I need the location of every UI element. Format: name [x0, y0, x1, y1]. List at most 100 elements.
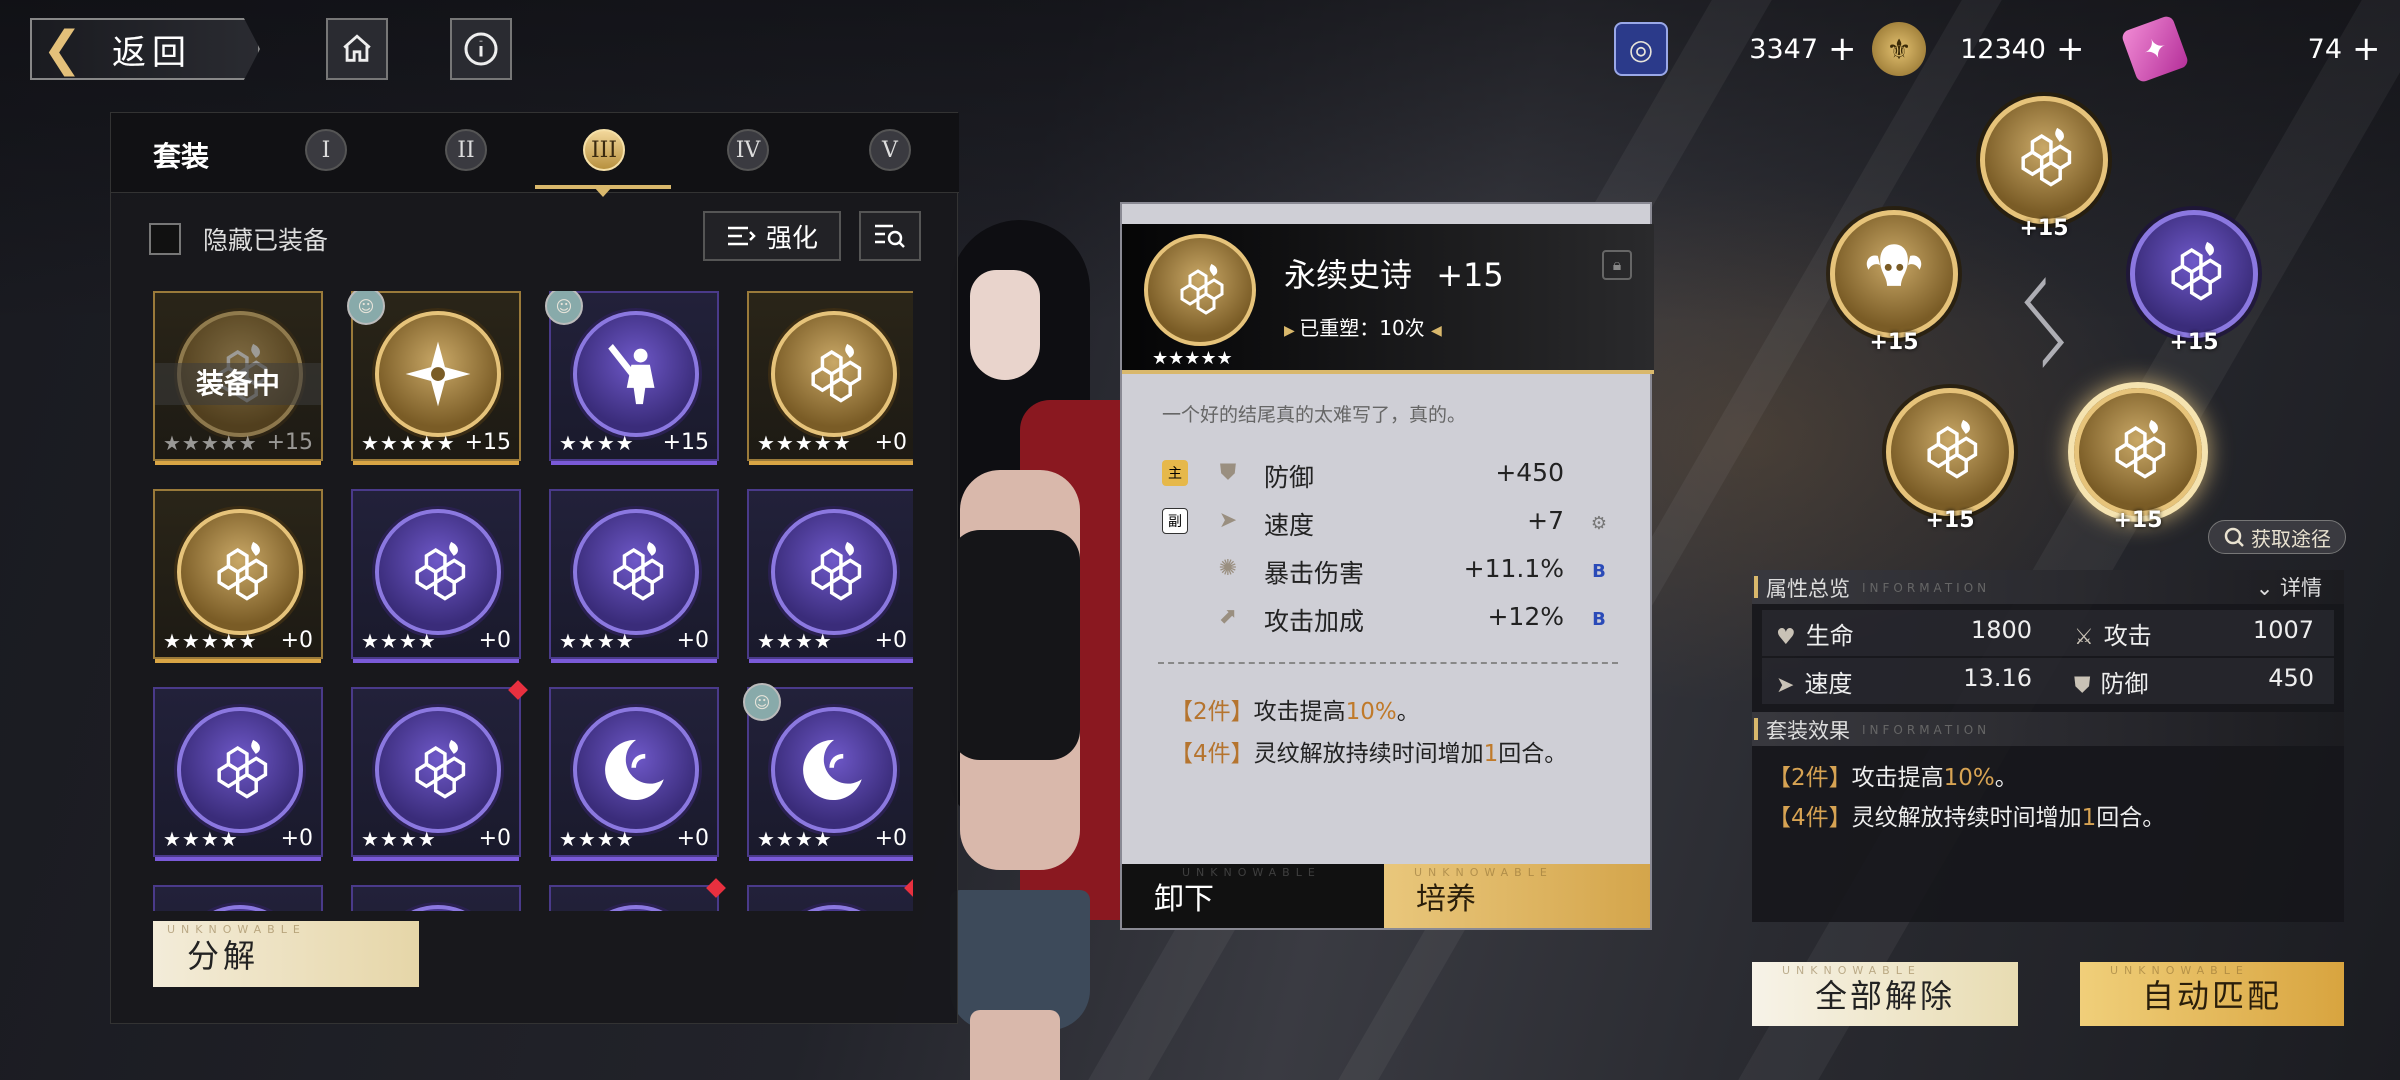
set-card[interactable]: ★★★★★ +15 装备中: [153, 291, 323, 465]
slot-level: +15: [1925, 508, 1975, 533]
hide-equipped-label: 隐藏已装备: [203, 226, 329, 255]
auto-match-watermark: UNKNOWABLE: [2110, 964, 2249, 977]
decompose-watermark: UNKNOWABLE: [167, 923, 306, 936]
attributes-title-en: INFORMATION: [1862, 581, 1991, 595]
right-set-bonus-2-bracket: 【2件】: [1768, 765, 1852, 791]
tab-set-4[interactable]: IV: [727, 129, 769, 171]
stat-row-sub-1: 副 ➤ 速度 +7 ⚙: [1122, 500, 1654, 544]
equip-slot[interactable]: [1830, 210, 1958, 338]
attr-defense-label: 防御: [2100, 670, 2149, 698]
set-card[interactable]: ★★★★★ +0: [747, 291, 913, 465]
set-card[interactable]: ★★★★ +0: [351, 489, 521, 663]
attr-attack-label: 攻击: [2103, 622, 2152, 650]
train-button[interactable]: UNKNOWABLE 培养: [1384, 864, 1650, 928]
set-card[interactable]: [747, 878, 913, 911]
speed-icon: ➤: [1776, 673, 1795, 698]
set-emblem-icon: ᛊ: [2012, 261, 2078, 389]
set-card[interactable]: ★★★★ +0: [153, 687, 323, 861]
card-stars: ★★★★: [361, 827, 437, 851]
stat-row-sub-2: ✺ 暴击伤害 +11.1% B: [1122, 548, 1654, 592]
right-set-bonus-2: 【2件】攻击提高10%。: [1768, 758, 2018, 792]
triangle-right-icon: ▶: [1284, 323, 1300, 339]
set-card[interactable]: ★★★★ +0: [351, 680, 528, 861]
set-card[interactable]: [351, 885, 521, 911]
owner-avatar: ☺: [743, 683, 781, 721]
attr-hp: ♥ 生命: [1776, 616, 1854, 651]
equip-slot[interactable]: [2074, 388, 2202, 516]
remove-all-button[interactable]: UNKNOWABLE 全部解除: [1752, 962, 2018, 1026]
set-title: 套装: [153, 140, 210, 173]
set-effect-title-en: INFORMATION: [1862, 723, 1991, 737]
flavor-text: 一个好的结尾真的太难写了，真的。: [1162, 404, 1467, 426]
filter-search-button[interactable]: [859, 211, 921, 261]
set-card[interactable]: ★★★★ +0: [549, 489, 719, 663]
right-set-bonus-2-value: 10%: [1943, 765, 1995, 791]
info-button[interactable]: [450, 18, 512, 80]
hexagon-cluster-icon: [771, 509, 897, 635]
lock-toggle-button[interactable]: 🔒︎: [1602, 250, 1632, 280]
sort-lines-icon: [727, 226, 756, 246]
new-badge-icon: [508, 680, 528, 700]
equip-slot[interactable]: [1980, 96, 2108, 224]
auto-match-button[interactable]: UNKNOWABLE 自动匹配: [2080, 962, 2344, 1026]
add-crystals-button[interactable]: +: [2352, 29, 2381, 69]
decompose-label: 分解: [187, 937, 260, 975]
tab-set-3[interactable]: III: [583, 129, 625, 171]
set-card[interactable]: ★★★★★ +15 ☺: [347, 291, 521, 465]
right-set-bonus-4-value: 1: [2081, 805, 2097, 831]
unequip-label: 卸下: [1154, 882, 1214, 917]
hide-equipped-checkbox[interactable]: [149, 223, 181, 255]
hexagon-cluster-icon: [375, 707, 501, 833]
hexagon-cluster-icon: [375, 905, 501, 911]
caret-down-icon: [594, 187, 612, 197]
filter-search-icon: [875, 224, 905, 248]
attr-defense: ⛊ 防御: [2074, 664, 2149, 699]
heart-icon: ♥: [1776, 625, 1796, 650]
enhance-sort-button[interactable]: 强化: [703, 211, 841, 261]
attr-row-2: ➤ 速度 13.16 ⛊ 防御 450: [1762, 658, 2334, 704]
set-detail-panel: ★★★★★ 永续史诗 +15 ▶ 已重塑：10次 ◀ 🔒︎ 一个好的结尾真的太难…: [1120, 202, 1654, 930]
detail-level: +15: [1436, 256, 1504, 294]
equip-slot[interactable]: [2130, 210, 2258, 338]
right-set-bonus-4-text: 灵纹解放持续时间增加: [1851, 805, 2082, 831]
add-coins-button[interactable]: +: [2056, 29, 2085, 69]
right-set-bonus-2-end: 。: [1994, 765, 2018, 791]
card-stars: ★★★★★: [361, 431, 456, 455]
obtain-route-button[interactable]: 获取途径: [2208, 520, 2346, 554]
divider: [1158, 662, 1618, 664]
set-card[interactable]: [549, 878, 726, 911]
decompose-button[interactable]: UNKNOWABLE 分解: [153, 921, 419, 987]
detail-stars: ★★★★★: [1152, 348, 1233, 369]
add-tickets-button[interactable]: +: [1828, 29, 1857, 69]
set-card[interactable]: ★★★★ +0: [549, 687, 719, 861]
stat-name: 暴击伤害: [1264, 559, 1365, 588]
pink-crystal-icon: ✦: [2120, 14, 2190, 84]
currency-crystals: ✦ 74 +: [2120, 14, 2381, 84]
set-card[interactable]: [153, 885, 323, 911]
ram-skull-icon: [1857, 235, 1931, 313]
new-badge-icon: [706, 878, 726, 898]
set-card[interactable]: ★★★★★ +0: [153, 489, 323, 663]
card-rarity-bar: [155, 659, 321, 663]
details-label: 详情: [2280, 576, 2322, 600]
equip-slot[interactable]: [1886, 388, 2014, 516]
set-card[interactable]: ★★★★ +0: [747, 489, 913, 663]
set-bonus-4-text: 灵纹解放持续时间增加: [1253, 741, 1484, 767]
tab-set-1[interactable]: I: [305, 129, 347, 171]
card-level: +0: [874, 628, 907, 653]
tab-set-5[interactable]: V: [869, 129, 911, 171]
home-button[interactable]: [326, 18, 388, 80]
card-stars: ★★★★: [163, 827, 239, 851]
unequip-button[interactable]: UNKNOWABLE 卸下: [1122, 864, 1388, 928]
right-set-bonus-4-end: 回合。: [2096, 805, 2166, 831]
card-rarity-bar: [749, 659, 913, 663]
details-toggle[interactable]: ⌄ 详情: [2256, 572, 2322, 602]
sword-warrior-icon: [573, 311, 699, 437]
back-button[interactable]: ❮ 返回: [30, 18, 260, 80]
set-bonus-2-bracket: 【2件】: [1170, 699, 1254, 725]
set-bonus-4-end: 回合。: [1498, 741, 1568, 767]
enhance-label: 强化: [765, 223, 818, 254]
set-card[interactable]: ★★★★ +0 ☺: [743, 683, 913, 861]
set-card[interactable]: ★★★★ +15 ☺: [545, 291, 719, 465]
tab-set-2[interactable]: II: [445, 129, 487, 171]
